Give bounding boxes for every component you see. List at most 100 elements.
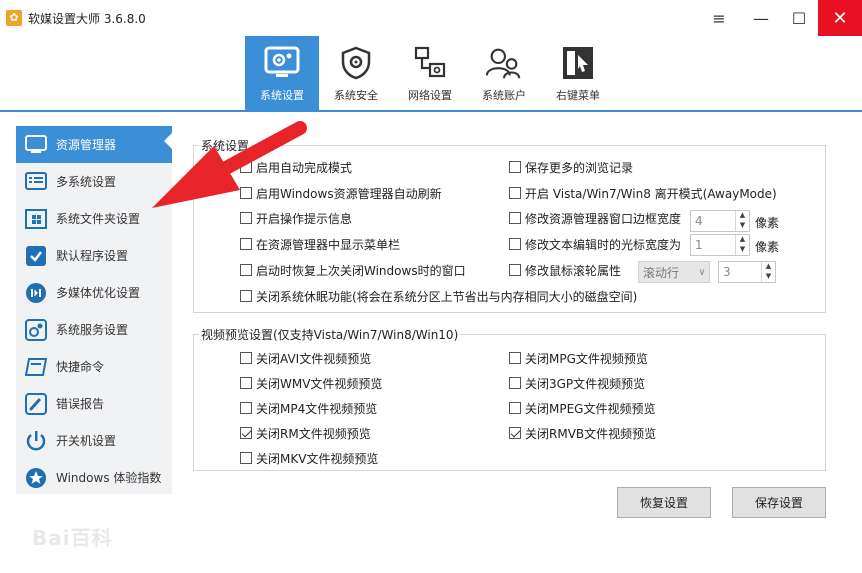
checkbox[interactable] — [240, 238, 252, 250]
checkbox[interactable] — [509, 161, 521, 173]
sidebar-item-multimedia[interactable]: 多媒体优化设置 — [16, 274, 172, 311]
tab-context-menu[interactable]: 右键菜单 — [541, 36, 615, 110]
option-disable-hibernate[interactable]: 关闭系统休眠功能(将会在系统分区上节省出与内存相同大小的磁盘空间) — [240, 287, 637, 305]
checkbox[interactable] — [509, 238, 521, 250]
group-title: 视频预览设置(仅支持Vista/Win7/Win8/Win10) — [199, 326, 461, 343]
cursor-width-stepper[interactable]: 1 ▲ ▼ — [690, 234, 750, 256]
option-mp4-preview[interactable]: 关闭MP4文件视频预览 — [240, 399, 377, 417]
option-avi-preview[interactable]: 关闭AVI文件视频预览 — [240, 349, 371, 367]
checkbox[interactable] — [240, 452, 252, 464]
restore-settings-button[interactable]: 恢复设置 — [617, 487, 711, 518]
option-cursor-width[interactable]: 修改文本编辑时的光标宽度为 — [509, 235, 681, 253]
checkbox[interactable] — [240, 402, 252, 414]
sidebar-item-label: 快捷命令 — [56, 360, 105, 374]
stepper-up-icon[interactable]: ▲ — [762, 262, 775, 272]
checkbox[interactable] — [240, 377, 252, 389]
multimedia-icon — [24, 281, 48, 305]
sidebar-item-label: 资源管理器 — [56, 138, 117, 152]
sidebar-item-label: 多系统设置 — [56, 175, 117, 189]
option-show-menubar[interactable]: 在资源管理器中显示菜单栏 — [240, 235, 400, 253]
border-width-unit: 像素 — [755, 216, 780, 230]
sidebar-item-shortcut[interactable]: 快捷命令 — [16, 348, 172, 385]
sidebar-item-system-folder[interactable]: 系统文件夹设置 — [16, 200, 172, 237]
error-report-icon — [24, 392, 48, 416]
option-more-history[interactable]: 保存更多的浏览记录 — [509, 158, 633, 176]
tab-system-security[interactable]: 系统安全 — [319, 36, 393, 110]
maximize-button[interactable]: ☐ — [778, 0, 820, 36]
wheel-mode-select[interactable]: 滚动行 ∨ — [638, 261, 710, 283]
stepper-down-icon[interactable]: ▼ — [762, 272, 775, 282]
option-mpg-preview[interactable]: 关闭MPG文件视频预览 — [509, 349, 648, 367]
toolbar-divider — [0, 110, 862, 112]
option-mkv-preview[interactable]: 关闭MKV文件视频预览 — [240, 449, 378, 467]
option-mpeg-preview[interactable]: 关闭MPEG文件视频预览 — [509, 399, 655, 417]
sidebar-item-label: 默认程序设置 — [56, 249, 129, 263]
network-icon — [411, 44, 449, 82]
checkbox[interactable] — [509, 212, 521, 224]
service-icon — [24, 318, 48, 342]
option-3gp-preview[interactable]: 关闭3GP文件视频预览 — [509, 374, 645, 392]
tab-label: 右键菜单 — [556, 89, 600, 102]
option-away-mode[interactable]: 开启 Vista/Win7/Win8 离开模式(AwayMode) — [509, 184, 777, 202]
option-auto-complete[interactable]: 启用自动完成模式 — [240, 158, 352, 176]
shortcut-icon — [24, 355, 48, 379]
checkbox[interactable] — [240, 290, 252, 302]
option-wmv-preview[interactable]: 关闭WMV文件视频预览 — [240, 374, 382, 392]
checkbox[interactable] — [509, 352, 521, 364]
tab-label: 系统设置 — [260, 89, 304, 102]
checkbox-checked[interactable] — [240, 427, 252, 439]
tab-label: 网络设置 — [408, 89, 452, 102]
sidebar-item-explorer[interactable]: 资源管理器 — [16, 126, 172, 163]
option-operation-tips[interactable]: 开启操作提示信息 — [240, 209, 352, 227]
menu-icon[interactable]: ≡ — [698, 0, 740, 36]
option-explorer-auto-refresh[interactable]: 启用Windows资源管理器自动刷新 — [240, 184, 442, 202]
tab-network-settings[interactable]: 网络设置 — [393, 36, 467, 110]
checkbox-checked[interactable] — [509, 427, 521, 439]
minimize-button[interactable]: — — [740, 0, 782, 36]
stepper-up-icon[interactable]: ▲ — [736, 235, 749, 245]
sidebar-item-label: Windows 体验指数 — [56, 471, 162, 485]
tab-label: 系统安全 — [334, 89, 378, 102]
option-mouse-wheel[interactable]: 修改鼠标滚轮属性 — [509, 261, 621, 279]
option-rm-preview[interactable]: 关闭RM文件视频预览 — [240, 424, 371, 442]
stepper-down-icon[interactable]: ▼ — [736, 245, 749, 255]
stepper-down-icon[interactable]: ▼ — [736, 221, 749, 231]
checkbox[interactable] — [240, 161, 252, 173]
checkbox[interactable] — [240, 352, 252, 364]
sidebar-item-label: 开关机设置 — [56, 434, 117, 448]
sidebar-item-system-service[interactable]: 系统服务设置 — [16, 311, 172, 348]
context-menu-icon — [559, 44, 597, 82]
sidebar-item-default-program[interactable]: 默认程序设置 — [16, 237, 172, 274]
border-width-stepper[interactable]: 4 ▲ ▼ — [690, 210, 750, 232]
app-logo-icon: ✿ — [6, 10, 22, 26]
close-button[interactable]: ✕ — [818, 0, 862, 36]
checkbox[interactable] — [509, 264, 521, 276]
sidebar: 资源管理器 多系统设置 系统文件夹设置 默认程序设置 多媒体优化设置 系统服务设… — [16, 126, 172, 494]
checkbox[interactable] — [240, 212, 252, 224]
sidebar-item-error-report[interactable]: 错误报告 — [16, 385, 172, 422]
checkbox[interactable] — [240, 187, 252, 199]
active-indicator — [164, 133, 172, 149]
tab-system-accounts[interactable]: 系统账户 — [467, 36, 541, 110]
save-settings-button[interactable]: 保存设置 — [732, 487, 826, 518]
option-restore-windows[interactable]: 启动时恢复上次关闭Windows时的窗口 — [240, 261, 466, 279]
wheel-lines-stepper[interactable]: 3 ▲ ▼ — [718, 261, 776, 283]
checkbox[interactable] — [509, 402, 521, 414]
stepper-up-icon[interactable]: ▲ — [736, 211, 749, 221]
sidebar-item-experience-index[interactable]: Windows 体验指数 — [16, 459, 172, 496]
checkbox[interactable] — [509, 377, 521, 389]
sidebar-item-multi-system[interactable]: 多系统设置 — [16, 163, 172, 200]
sidebar-item-label: 多媒体优化设置 — [56, 286, 141, 300]
checkbox[interactable] — [240, 264, 252, 276]
sidebar-item-power[interactable]: 开关机设置 — [16, 422, 172, 459]
tab-system-settings[interactable]: 系统设置 — [245, 36, 319, 110]
users-icon — [485, 44, 523, 82]
sidebar-item-label: 错误报告 — [56, 397, 105, 411]
explorer-icon — [24, 133, 48, 157]
title-bar: ✿ 软媒设置大师 3.6.8.0 ≡ — ☐ ✕ — [0, 0, 862, 36]
option-rmvb-preview[interactable]: 关闭RMVB文件视频预览 — [509, 424, 656, 442]
option-border-width[interactable]: 修改资源管理器窗口边框宽度 — [509, 209, 681, 227]
sidebar-item-label: 系统服务设置 — [56, 323, 129, 337]
checkbox[interactable] — [509, 187, 521, 199]
experience-icon — [24, 466, 48, 490]
